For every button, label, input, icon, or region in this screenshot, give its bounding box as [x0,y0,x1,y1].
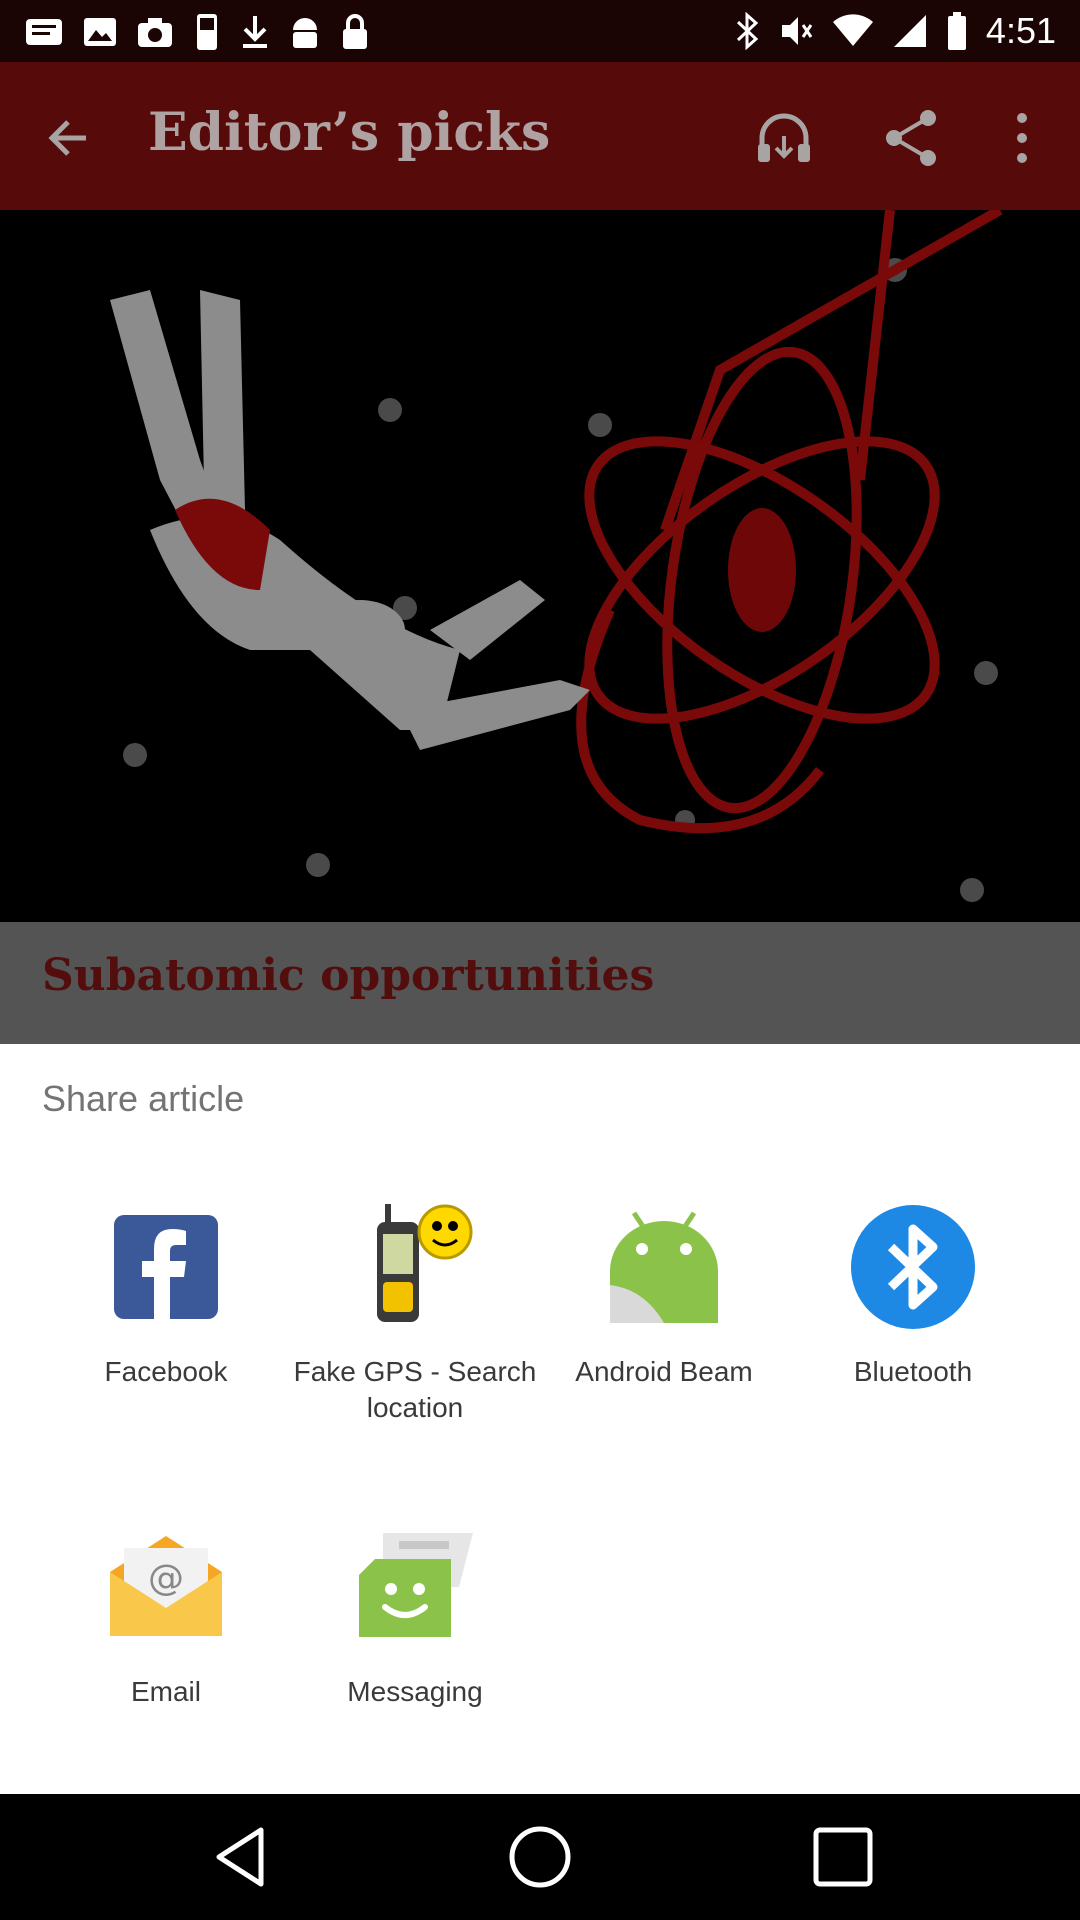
app-bar: Editor’s picks [0,62,1080,210]
notification-icon [26,19,62,45]
email-icon: @ [110,1536,222,1636]
share-target-label: Bluetooth [853,1356,973,1387]
share-sheet-title: Share article [42,1078,245,1119]
share-target-email[interactable]: @ Email [41,1522,291,1710]
share-target-messaging[interactable]: Messaging [290,1522,540,1710]
more-vert-icon[interactable] [990,106,1054,170]
bluetooth-icon [736,12,759,50]
status-bar: 4:51 [0,0,1080,62]
share-target-label: Messaging [347,1676,483,1707]
share-target-label: Facebook [104,1356,228,1387]
share-target-android-beam[interactable]: Android Beam [539,1202,789,1390]
share-target-bluetooth[interactable]: Bluetooth [788,1202,1038,1390]
hero-illustration [0,210,1080,922]
messaging-icon [359,1533,473,1637]
share-icon[interactable] [880,106,944,170]
share-target-fake-gps[interactable]: Fake GPS - Search location [290,1202,540,1426]
svg-text:@: @ [148,1558,184,1599]
battery-icon [947,12,966,50]
share-target-label: Email [130,1676,201,1707]
download-icon [243,16,267,48]
article-title-band: Subatomic opportunities [0,922,1080,1044]
status-time: 4:51 [985,10,1056,51]
fake-gps-icon [197,14,217,50]
facebook-icon [114,1215,218,1319]
android-beam-icon [610,1211,718,1323]
signal-icon [893,15,926,47]
camera-icon [138,18,172,47]
wifi-icon [832,14,873,46]
headphones-download-icon[interactable] [752,106,816,170]
lock-icon [343,14,367,49]
image-icon [84,18,116,46]
fake-gps-icon [377,1204,473,1322]
mute-icon [781,17,813,45]
share-target-facebook[interactable]: Facebook [41,1202,291,1390]
article-title: Subatomic opportunities [42,950,655,1001]
home-icon[interactable] [505,1822,575,1892]
share-target-label: Fake GPS - Search location [293,1356,537,1423]
back-icon[interactable] [205,1822,275,1892]
navigation-bar [0,1794,1080,1920]
share-target-label: Android Beam [575,1356,753,1387]
page-title: Editor’s picks [148,102,551,163]
recents-icon[interactable] [808,1822,878,1892]
system-icons: 4:51 [736,10,1056,52]
notification-icons [24,12,370,52]
android-icon [293,18,317,48]
bluetooth-icon [851,1205,975,1329]
share-sheet: Share article Facebook Fake GPS - Search… [0,1044,1080,1794]
article-hero-image [0,210,1080,922]
back-arrow-icon[interactable] [40,110,96,166]
